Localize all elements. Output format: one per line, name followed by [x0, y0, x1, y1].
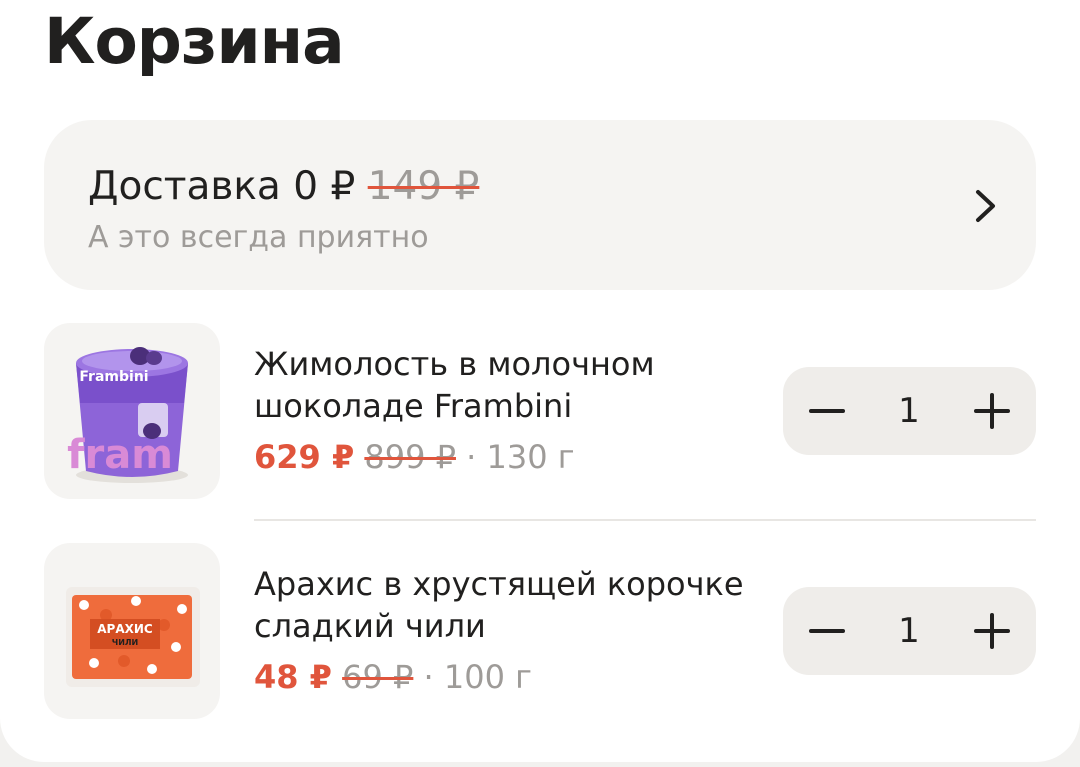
product-image[interactable]: Frambini fram	[44, 323, 220, 499]
product-image[interactable]: АРАХИС ЧИЛИ	[44, 543, 220, 719]
minus-icon[interactable]	[799, 603, 855, 659]
cart-card: Корзина Доставка 0 ₽ 149 ₽ А это всегда …	[0, 0, 1080, 762]
price-row: 629 ₽ 899 ₽ · 130 г	[254, 435, 575, 479]
chevron-right-icon[interactable]	[966, 182, 1006, 230]
svg-text:АРАХИС: АРАХИС	[97, 622, 153, 636]
plus-icon[interactable]	[964, 603, 1020, 659]
cart-item: Frambini fram Жимолость в молочном шокол…	[44, 323, 1036, 499]
product-name[interactable]: Жимолость в молочном шоколаде Frambini	[254, 343, 774, 427]
svg-text:ЧИЛИ: ЧИЛИ	[112, 638, 139, 647]
peanut-bag-image: АРАХИС ЧИЛИ	[66, 587, 200, 687]
delivery-label: Доставка	[88, 164, 281, 209]
quantity-stepper: 1	[783, 587, 1036, 675]
product-price: 629 ₽	[254, 438, 355, 476]
frambini-cup-image: Frambini fram	[67, 347, 188, 483]
quantity-value: 1	[898, 611, 920, 651]
delivery-subtitle: А это всегда приятно	[88, 220, 429, 255]
divider	[254, 519, 1036, 521]
product-old-price: 899 ₽	[364, 438, 456, 476]
svg-text:fram: fram	[67, 432, 173, 478]
product-price: 48 ₽	[254, 658, 332, 696]
quantity-value: 1	[898, 391, 920, 431]
delivery-price: 0 ₽	[293, 164, 356, 209]
product-weight: · 130 г	[466, 438, 575, 476]
product-old-price: 69 ₽	[342, 658, 414, 696]
delivery-banner[interactable]: Доставка 0 ₽ 149 ₽ А это всегда приятно	[44, 120, 1036, 290]
cart-item: АРАХИС ЧИЛИ Арахис в хрустящей корочке с…	[44, 543, 1036, 719]
price-row: 48 ₽ 69 ₽ · 100 г	[254, 655, 532, 699]
minus-icon[interactable]	[799, 383, 855, 439]
quantity-stepper: 1	[783, 367, 1036, 455]
svg-text:Frambini: Frambini	[79, 369, 148, 385]
delivery-old-price: 149 ₽	[367, 164, 480, 209]
plus-icon[interactable]	[964, 383, 1020, 439]
product-weight: · 100 г	[423, 658, 532, 696]
product-name[interactable]: Арахис в хрустящей корочке сладкий чили	[254, 563, 774, 647]
page-title: Корзина	[44, 5, 345, 78]
delivery-line: Доставка 0 ₽ 149 ₽	[88, 163, 479, 211]
